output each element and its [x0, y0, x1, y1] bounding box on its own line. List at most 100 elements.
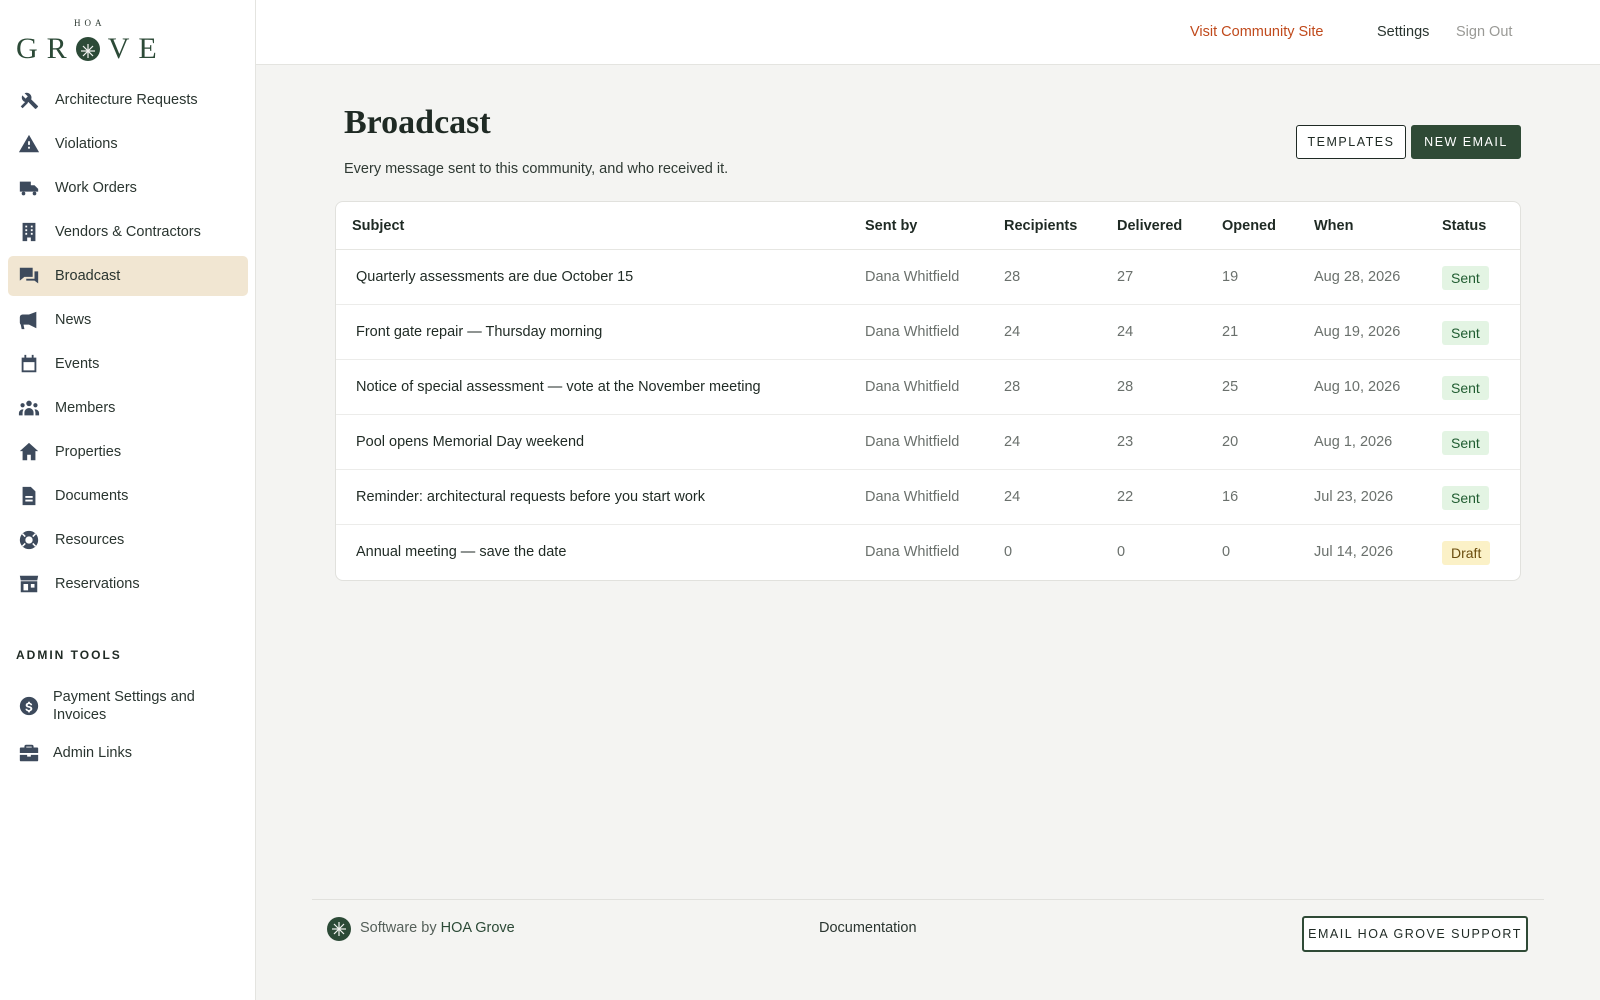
row-delivered: 24 [1117, 324, 1134, 340]
row-when: Jul 23, 2026 [1314, 489, 1394, 505]
row-delivered: 27 [1117, 269, 1134, 285]
megaphone-icon [18, 309, 40, 331]
row-delivered: 22 [1117, 489, 1134, 505]
sidebar-item-label: Members [55, 400, 116, 416]
row-opened: 0 [1222, 544, 1231, 560]
house-icon [18, 441, 40, 463]
table-row[interactable]: Notice of special assessment — vote at t… [336, 360, 1520, 415]
footer-software-by: Software by HOA Grove [360, 920, 515, 936]
row-delivered: 28 [1117, 379, 1134, 395]
footer-brand-link[interactable]: HOA Grove [441, 920, 515, 936]
row-sender: Dana Whitfield [865, 544, 960, 560]
sidebar-item-label: Architecture Requests [55, 92, 198, 108]
building-icon [18, 221, 40, 243]
sidebar-item-label: Payment Settings and Invoices [53, 689, 195, 723]
admin-tools-heading: ADMIN TOOLS [16, 648, 122, 662]
email-support-button[interactable]: EMAIL HOA GROVE SUPPORT [1302, 916, 1528, 952]
row-when: Aug 28, 2026 [1314, 269, 1401, 285]
table-row[interactable]: Front gate repair — Thursday morning Dan… [336, 305, 1520, 360]
row-subject[interactable]: Front gate repair — Thursday morning [356, 324, 602, 340]
page-title: Broadcast [344, 104, 491, 141]
hoa-grove-logo[interactable]: HOA GR VE [16, 18, 166, 66]
sidebar-item-resources[interactable]: Resources [8, 520, 248, 560]
chat-icon [18, 265, 40, 287]
sidebar-item-work-orders[interactable]: Work Orders [8, 168, 248, 208]
footer-by-prefix: Software by [360, 920, 437, 936]
row-when: Aug 19, 2026 [1314, 324, 1401, 340]
column-header-recipients[interactable]: Recipients [1004, 218, 1077, 234]
storefront-icon [18, 573, 40, 595]
row-recipients: 28 [1004, 269, 1021, 285]
sidebar-item-label: News [55, 312, 92, 328]
row-recipients: 24 [1004, 434, 1021, 450]
sidebar-item-label: Broadcast [55, 268, 121, 284]
column-header-status[interactable]: Status [1442, 218, 1486, 234]
tree-seal-icon [75, 37, 100, 61]
warning-icon [18, 133, 40, 155]
table-row[interactable]: Pool opens Memorial Day weekend Dana Whi… [336, 415, 1520, 470]
settings-link[interactable]: Settings [1377, 24, 1429, 40]
tools-icon [18, 89, 40, 111]
new-email-button[interactable]: NEW EMAIL [1411, 125, 1521, 159]
row-opened: 16 [1222, 489, 1239, 505]
row-recipients: 24 [1004, 489, 1021, 505]
sidebar-item-violations[interactable]: Violations [8, 124, 248, 164]
row-opened: 19 [1222, 269, 1239, 285]
column-header-opened[interactable]: Opened [1222, 218, 1276, 234]
sidebar-item-label: Vendors & Contractors [55, 224, 201, 240]
sidebar-item-news[interactable]: News [8, 300, 248, 340]
row-opened: 25 [1222, 379, 1239, 395]
row-subject[interactable]: Reminder: architectural requests before … [356, 489, 705, 505]
sidebar-item-label: Properties [55, 444, 122, 460]
row-when: Jul 14, 2026 [1314, 544, 1394, 560]
sidebar-item-properties[interactable]: Properties [8, 432, 248, 472]
row-sender: Dana Whitfield [865, 269, 960, 285]
row-sender: Dana Whitfield [865, 324, 960, 340]
table-header: Subject Sent by Recipients Delivered Ope… [336, 202, 1520, 250]
row-sender: Dana Whitfield [865, 489, 960, 505]
sidebar-item-label: Work Orders [55, 180, 137, 196]
row-when: Aug 1, 2026 [1314, 434, 1393, 450]
sidebar-item-reservations[interactable]: Reservations [8, 564, 248, 604]
sign-out-link[interactable]: Sign Out [1456, 24, 1512, 40]
row-subject[interactable]: Quarterly assessments are due October 15 [356, 269, 633, 285]
table-row[interactable]: Reminder: architectural requests before … [336, 470, 1520, 525]
hoa-grove-seal-icon [327, 917, 351, 941]
document-icon [18, 485, 40, 507]
row-recipients: 24 [1004, 324, 1021, 340]
sidebar-item-members[interactable]: Members [8, 388, 248, 428]
table-row[interactable]: Annual meeting — save the date Dana Whit… [336, 525, 1520, 580]
column-header-delivered[interactable]: Delivered [1117, 218, 1182, 234]
truck-icon [18, 177, 40, 199]
row-when: Aug 10, 2026 [1314, 379, 1401, 395]
visit-community-site-link[interactable]: Visit Community Site [1190, 24, 1324, 40]
templates-button[interactable]: TEMPLATES [1296, 125, 1406, 159]
logo-text-left: GR [16, 32, 76, 65]
column-header-subject[interactable]: Subject [352, 218, 404, 234]
row-subject[interactable]: Annual meeting — save the date [356, 544, 566, 560]
row-sender: Dana Whitfield [865, 379, 960, 395]
table-row[interactable]: Quarterly assessments are due October 15… [336, 250, 1520, 305]
sidebar: HOA GR VE Architecture Requests Violatio… [0, 0, 256, 1000]
documentation-link[interactable]: Documentation [819, 920, 917, 936]
sidebar-item-label: Documents [55, 488, 129, 504]
briefcase-icon [18, 742, 40, 764]
row-subject[interactable]: Pool opens Memorial Day weekend [356, 434, 584, 450]
sidebar-item-label: Violations [55, 136, 118, 152]
logo-small-text: HOA [74, 18, 106, 28]
logo-wordmark: GR VE [16, 32, 166, 66]
sidebar-item-documents[interactable]: Documents [8, 476, 248, 516]
sidebar-item-payment-settings[interactable]: Payment Settings and Invoices [8, 688, 248, 724]
dollar-icon [18, 695, 40, 717]
sidebar-item-vendors[interactable]: Vendors & Contractors [8, 212, 248, 252]
row-recipients: 0 [1004, 544, 1013, 560]
sidebar-item-broadcast[interactable]: Broadcast [8, 256, 248, 296]
column-header-when[interactable]: When [1314, 218, 1353, 234]
sidebar-item-architecture-requests[interactable]: Architecture Requests [8, 80, 248, 120]
column-header-sent-by[interactable]: Sent by [865, 218, 917, 234]
sidebar-item-events[interactable]: Events [8, 344, 248, 384]
people-icon [18, 397, 40, 419]
sidebar-item-admin-links[interactable]: Admin Links [8, 742, 248, 764]
status-badge: Sent [1442, 266, 1489, 290]
row-subject[interactable]: Notice of special assessment — vote at t… [356, 379, 761, 395]
